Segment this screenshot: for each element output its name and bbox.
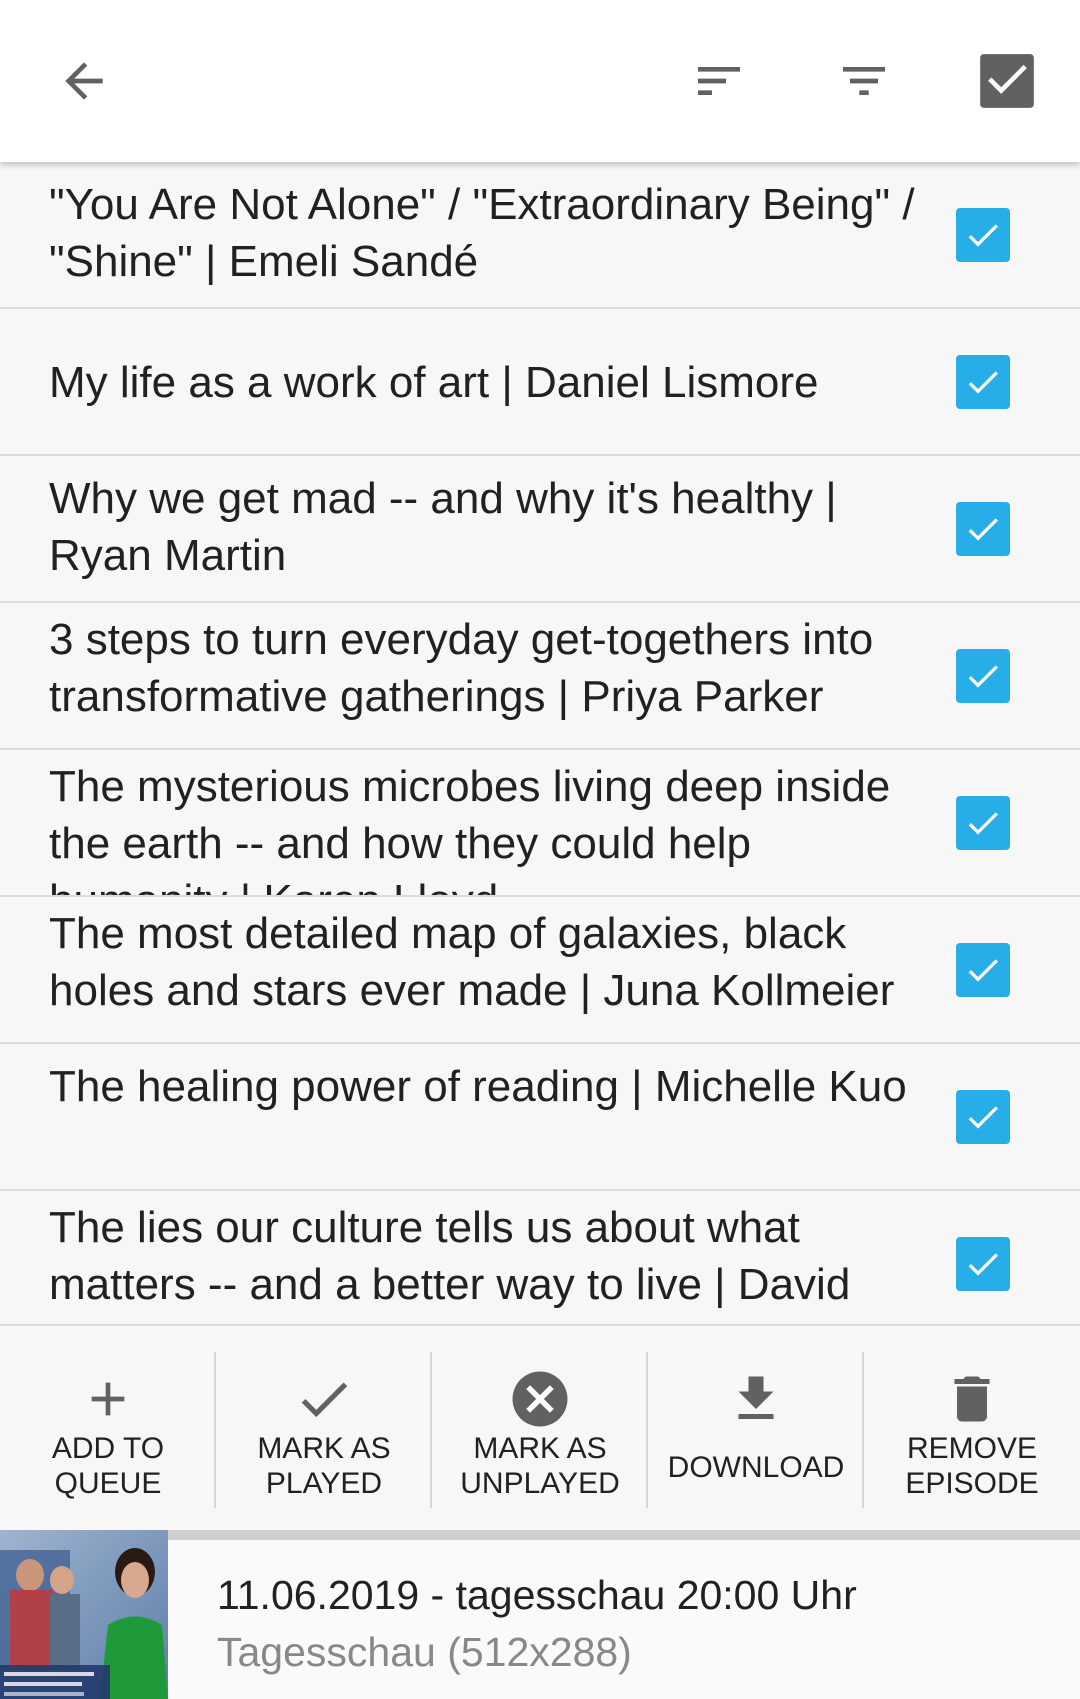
episode-checkbox[interactable] <box>956 502 1010 556</box>
now-playing-subtitle: Tagesschau (512x288) <box>217 1629 632 1675</box>
filter-button[interactable] <box>824 41 904 121</box>
episode-thumbnail[interactable] <box>0 1530 168 1699</box>
cancel-circle-icon <box>512 1371 568 1427</box>
plus-icon <box>91 1382 125 1416</box>
episode-checkbox[interactable] <box>956 649 1010 703</box>
now-playing-title: 11.06.2019 - tagesschau 20:00 Uhr <box>217 1572 857 1618</box>
episode-title: 3 steps to turn everyday get-togethers i… <box>49 615 874 721</box>
list-item[interactable]: My life as a work of art | Daniel Lismor… <box>0 309 1080 456</box>
back-button[interactable] <box>44 41 124 121</box>
mark-as-unplayed-label: MARK AS UNPLAYED <box>460 1432 620 1500</box>
download-button[interactable]: DOWNLOAD <box>648 1326 864 1532</box>
remove-episode-label: REMOVE EPISODE <box>905 1432 1039 1500</box>
episode-title: The most detailed map of galaxies, black… <box>49 909 895 1015</box>
check-icon <box>968 1253 998 1276</box>
list-item[interactable]: The mysterious microbes living deep insi… <box>0 750 1080 897</box>
check-icon <box>968 371 998 394</box>
check-icon <box>968 665 998 688</box>
mark-as-unplayed-button[interactable]: MARK AS UNPLAYED <box>432 1326 648 1532</box>
download-icon <box>738 1376 774 1419</box>
sort-icon <box>698 67 740 95</box>
check-icon <box>968 812 998 835</box>
toolbar <box>0 0 1080 162</box>
episode-title: "You Are Not Alone" / "Extraordinary Bei… <box>49 180 915 286</box>
episode-title: Why we get mad -- and why it's healthy |… <box>49 474 837 580</box>
thumbnail-image <box>0 1530 168 1699</box>
mark-as-played-button[interactable]: MARK AS PLAYED <box>216 1326 432 1532</box>
arrow-left-icon <box>65 62 103 100</box>
episode-title: The lies our culture tells us about what… <box>49 1203 851 1324</box>
episode-checkbox[interactable] <box>956 355 1010 409</box>
list-item[interactable]: The lies our culture tells us about what… <box>0 1191 1080 1324</box>
list-item[interactable]: 3 steps to turn everyday get-togethers i… <box>0 603 1080 750</box>
episode-title: My life as a work of art | Daniel Lismor… <box>49 358 819 407</box>
check-icon <box>968 959 998 982</box>
bulk-action-bar: ADD TO QUEUE MARK AS PLAYED MARK AS UNPL… <box>0 1324 1080 1530</box>
episode-checkbox[interactable] <box>956 1237 1010 1291</box>
mark-as-played-label: MARK AS PLAYED <box>257 1432 391 1500</box>
download-label: DOWNLOAD <box>667 1451 845 1484</box>
add-to-queue-button[interactable]: ADD TO QUEUE <box>0 1326 216 1532</box>
list-item[interactable]: The healing power of reading | Michelle … <box>0 1044 1080 1191</box>
list-item[interactable]: The most detailed map of galaxies, black… <box>0 897 1080 1044</box>
episode-checkbox[interactable] <box>956 208 1010 262</box>
select-all-button[interactable] <box>967 41 1047 121</box>
check-icon <box>301 1382 348 1418</box>
add-to-queue-label: ADD TO QUEUE <box>51 1432 165 1500</box>
sort-button[interactable] <box>679 41 759 121</box>
filter-icon <box>843 67 885 95</box>
check-icon <box>968 1106 998 1129</box>
episode-list: "You Are Not Alone" / "Extraordinary Bei… <box>0 162 1080 1324</box>
episode-checkbox[interactable] <box>956 796 1010 850</box>
app-root: "You Are Not Alone" / "Extraordinary Bei… <box>0 0 1080 1699</box>
remove-episode-button[interactable]: REMOVE EPISODE <box>864 1326 1080 1532</box>
episode-title: The healing power of reading | Michelle … <box>49 1062 907 1111</box>
list-item[interactable]: "You Are Not Alone" / "Extraordinary Bei… <box>0 162 1080 309</box>
checkbox-checked-icon <box>980 54 1034 108</box>
check-icon <box>968 518 998 541</box>
episode-title: The mysterious microbes living deep insi… <box>49 762 891 895</box>
trash-icon <box>954 1376 990 1422</box>
now-playing-bar[interactable]: 11.06.2019 - tagesschau 20:00 Uhr Tagess… <box>0 1530 1080 1699</box>
episode-checkbox[interactable] <box>956 1090 1010 1144</box>
playback-progress[interactable] <box>168 1530 1080 1540</box>
check-icon <box>968 224 998 247</box>
list-item[interactable]: Why we get mad -- and why it's healthy |… <box>0 456 1080 603</box>
episode-checkbox[interactable] <box>956 943 1010 997</box>
